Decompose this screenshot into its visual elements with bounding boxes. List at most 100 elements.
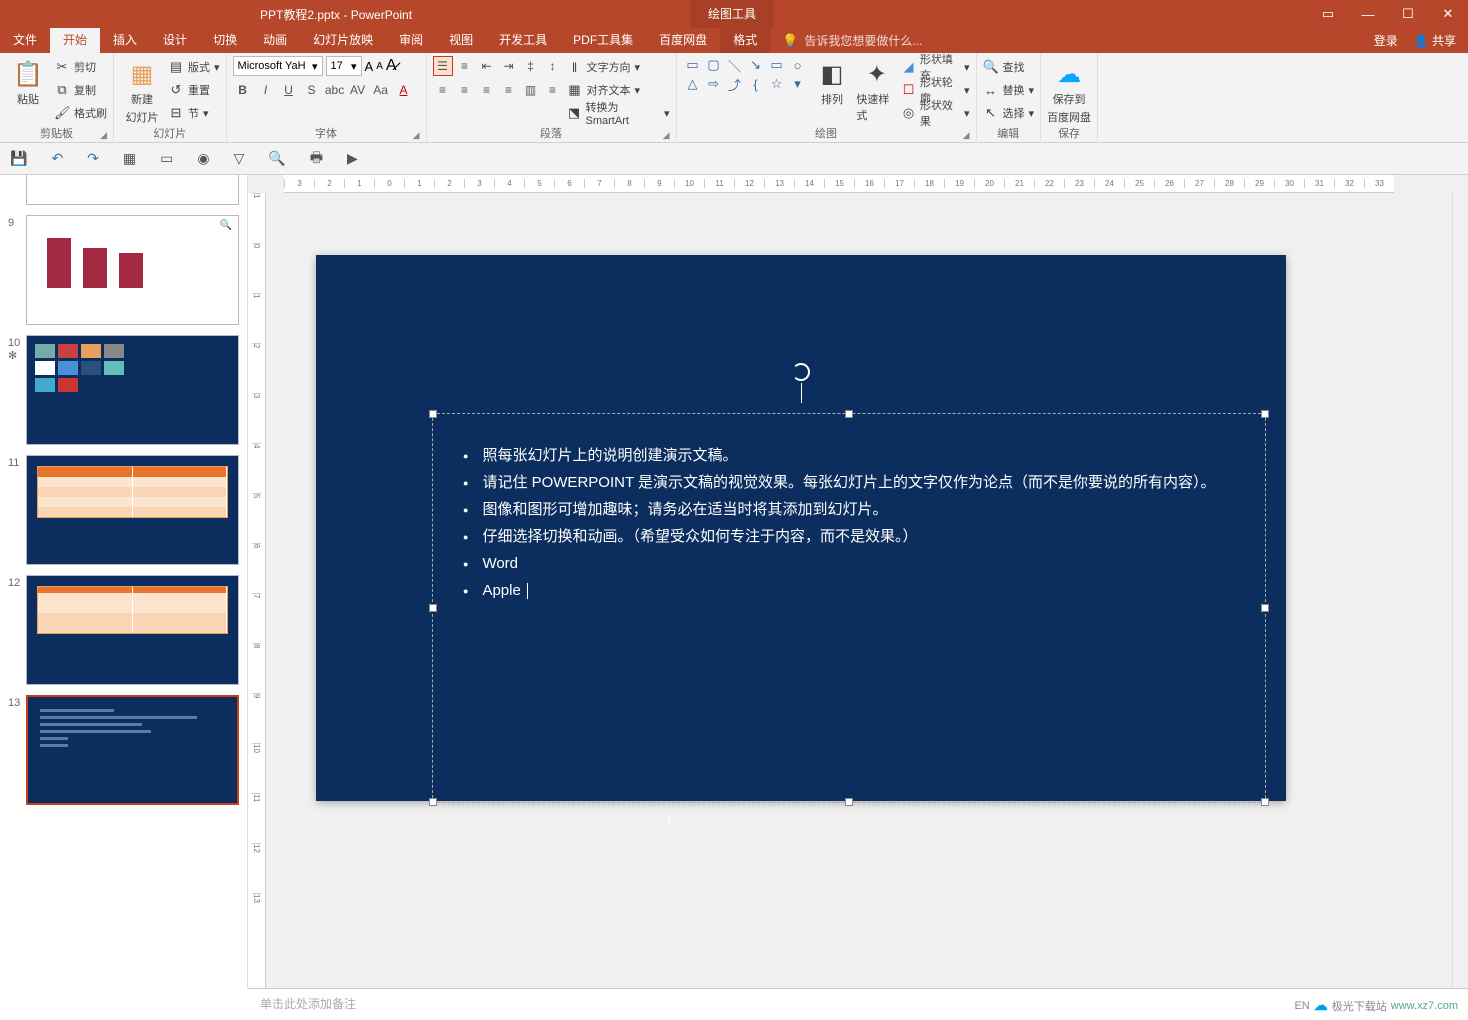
char-spacing-button[interactable]: AV [348,80,368,100]
replace-button[interactable]: ↔替换 ▾ [983,79,1035,101]
decrease-indent-button[interactable]: ⇤ [477,56,497,76]
qat-icon-3[interactable]: ◉ [197,150,209,167]
save-to-baidu-button[interactable]: ☁ 保存到 百度网盘 [1047,56,1091,125]
justify-button[interactable]: ≡ [499,80,519,100]
numbering-button[interactable]: ≡ [455,56,475,76]
save-icon[interactable]: 💾 [10,150,27,167]
copy-button[interactable]: ⧉复制 [54,79,107,101]
slide-thumbnail-panel[interactable]: 9 🔍 10✻ 11 [0,175,248,988]
find-button[interactable]: 🔍查找 [983,56,1035,78]
login-link[interactable]: 登录 [1374,32,1398,49]
distributed-button[interactable]: ≡ [543,80,563,100]
line-spacing-button[interactable]: ‡ [521,56,541,76]
slide-thumbnail-9[interactable]: 🔍 [26,215,239,325]
resize-handle-w[interactable] [429,604,437,612]
convert-smartart-button[interactable]: ⬔转换为 SmartArt ▾ [567,102,670,124]
resize-handle-e[interactable] [1261,604,1269,612]
resize-handle-n[interactable] [845,410,853,418]
slide-canvas[interactable]: 照每张幻灯片上的说明创建演示文稿。 请记住 POWERPOINT 是演示文稿的视… [266,193,1452,988]
italic-button[interactable]: I [256,80,276,100]
align-text-button[interactable]: ▦对齐文本 ▾ [567,79,670,101]
resize-handle-se[interactable] [1261,798,1269,806]
qat-icon-5[interactable]: 🔍 [268,150,285,167]
tell-me-search[interactable]: 💡 告诉我您想要做什么... [782,32,922,49]
minimize-button[interactable]: — [1348,0,1388,28]
align-left-button[interactable]: ≡ [433,80,453,100]
clipboard-dialog-launcher[interactable]: ◢ [100,128,107,142]
paste-button[interactable]: 📋 粘贴 [6,56,50,107]
strikethrough-button[interactable]: S [302,80,322,100]
bullet-item[interactable]: 仔细选择切换和动画。（希望受众如何专注于内容，而不是效果。） [463,523,1235,550]
qat-icon-4[interactable]: ▽ [234,150,245,167]
rotate-handle[interactable] [792,363,810,381]
columns-button[interactable]: ▥ [521,80,541,100]
qat-icon-6[interactable]: 🖶 [310,147,323,171]
shape-arrow-icon[interactable]: ↘ [746,56,766,74]
tab-slideshow[interactable]: 幻灯片放映 [300,28,386,53]
notes-pane[interactable]: 单击此处添加备注 [248,988,1468,1020]
drawing-dialog-launcher[interactable]: ◢ [963,128,970,142]
change-case-button[interactable]: Aa [371,80,391,100]
align-center-button[interactable]: ≡ [455,80,475,100]
tab-pdf[interactable]: PDF工具集 [560,28,646,53]
font-color-button[interactable]: A [394,80,414,100]
redo-icon[interactable]: ↷ [87,150,99,167]
new-slide-button[interactable]: ▦ 新建 幻灯片 [120,56,164,125]
vertical-ruler[interactable]: 1012 3456 78910 111213 [248,193,266,988]
shape-textbox-icon[interactable]: ▢ [704,56,724,74]
resize-handle-ne[interactable] [1261,410,1269,418]
shape-rect2-icon[interactable]: ▭ [767,56,787,74]
bullet-item[interactable]: 请记住 POWERPOINT 是演示文稿的视觉效果。每张幻灯片上的文字仅作为论点… [463,469,1235,496]
clear-formatting-icon[interactable]: A̷ [386,57,397,75]
tab-transitions[interactable]: 切换 [200,28,250,53]
shape-oval-icon[interactable]: ○ [788,56,808,74]
slide-thumbnail-12[interactable] [26,575,239,685]
font-name-combo[interactable]: Microsoft YaH▾ [233,56,323,76]
tab-view[interactable]: 视图 [436,28,486,53]
shape-star-icon[interactable]: ☆ [767,75,787,93]
resize-handle-s[interactable] [845,798,853,806]
shape-triangle-icon[interactable]: △ [683,75,703,93]
shape-more-icon[interactable]: ▾ [788,75,808,93]
shapes-gallery[interactable]: ▭ ▢ ＼ ↘ ▭ ○ △ ⇨ ⤴ { ☆ ▾ [683,56,808,93]
tab-insert[interactable]: 插入 [100,28,150,53]
resize-handle-nw[interactable] [429,410,437,418]
paragraph-dialog-launcher[interactable]: ◢ [663,128,670,142]
underline-button[interactable]: U [279,80,299,100]
reset-button[interactable]: ↺重置 [168,79,220,101]
shape-arrow2-icon[interactable]: ⇨ [704,75,724,93]
shape-brace-icon[interactable]: { [746,75,766,93]
bullets-button[interactable]: ☰ [433,56,453,76]
tab-home[interactable]: 开始 [50,28,100,53]
horizontal-ruler[interactable]: 3210 1234 5678 9101112 13141516 17181920… [284,175,1394,193]
shape-line-icon[interactable]: ＼ [725,56,745,74]
bullet-item[interactable]: Word [463,550,1235,577]
align-right-button[interactable]: ≡ [477,80,497,100]
font-dialog-launcher[interactable]: ◢ [413,128,420,142]
undo-icon[interactable]: ↶ [51,150,63,167]
bold-button[interactable]: B [233,80,253,100]
qat-icon-2[interactable]: ▭ [160,150,173,167]
vertical-scrollbar[interactable] [1452,193,1468,988]
slide-thumbnail-13[interactable] [26,695,239,805]
slide-thumbnail-11[interactable] [26,455,239,565]
bullet-item[interactable]: Apple [463,577,1235,604]
share-button[interactable]: 👤 共享 [1414,32,1456,49]
quick-styles-button[interactable]: ✦ 快速样式 [856,56,897,123]
shape-rect-icon[interactable]: ▭ [683,56,703,74]
cut-button[interactable]: ✂剪切 [54,56,107,78]
slide-thumbnail-8[interactable] [26,175,239,205]
resize-handle-sw[interactable] [429,798,437,806]
shape-curve-icon[interactable]: ⤴ [725,75,745,93]
increase-font-icon[interactable]: A [365,59,374,74]
section-button[interactable]: ⊟节 ▾ [168,102,220,124]
maximize-button[interactable]: ☐ [1388,0,1428,28]
tab-baidu[interactable]: 百度网盘 [646,28,720,53]
tab-review[interactable]: 审阅 [386,28,436,53]
decrease-font-icon[interactable]: A [376,61,383,72]
tab-format[interactable]: 格式 [720,28,770,53]
bullet-item[interactable]: 照每张幻灯片上的说明创建演示文稿。 [463,442,1235,469]
tab-developer[interactable]: 开发工具 [486,28,560,53]
text-direction-button[interactable]: ‖文字方向 ▾ [567,56,670,78]
content-textbox[interactable]: 照每张幻灯片上的说明创建演示文稿。 请记住 POWERPOINT 是演示文稿的视… [432,413,1266,803]
